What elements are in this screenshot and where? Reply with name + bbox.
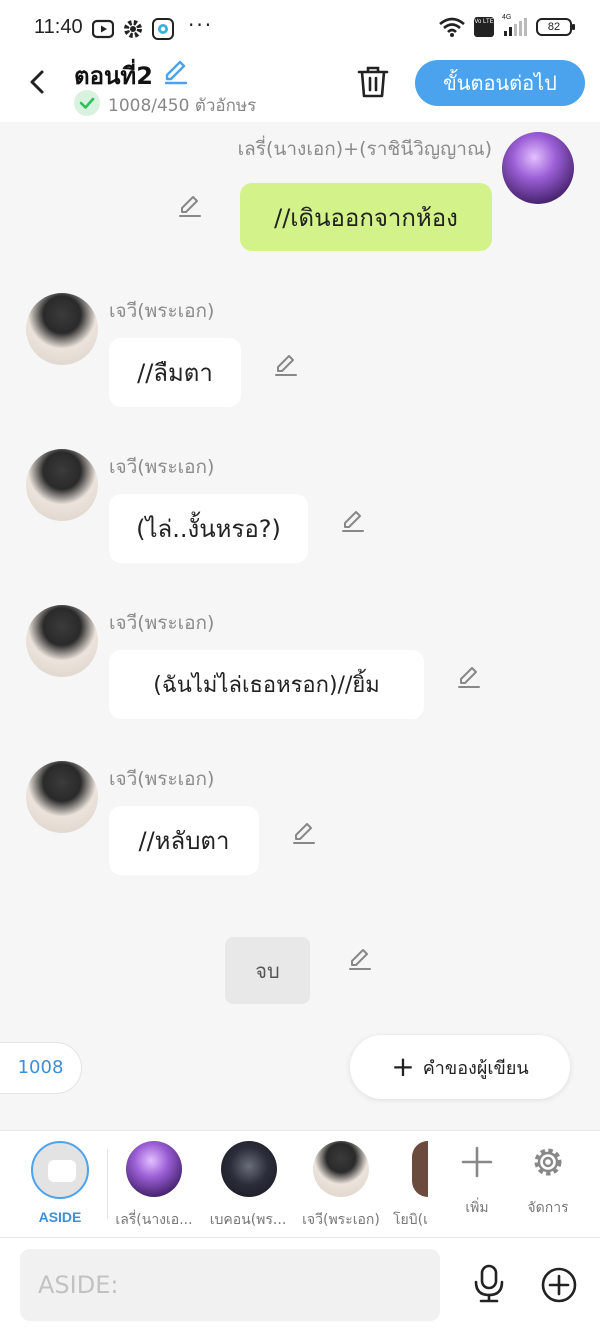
message-bubble[interactable]: //เดินออกจากห้อง	[240, 183, 492, 251]
microphone-icon[interactable]	[472, 1264, 506, 1304]
edit-message-icon[interactable]	[340, 508, 366, 534]
message-bubble[interactable]: //ลืมตา	[109, 338, 241, 407]
character-avatar-yobi[interactable]	[412, 1141, 428, 1197]
character-avatar-leri[interactable]	[126, 1141, 182, 1197]
status-time: 11:40	[34, 16, 83, 38]
message-bubble[interactable]: (ฉันไม่ไล่เธอหรอก)//ยิ้ม	[109, 650, 424, 719]
status-right: Vo LTE 4G 82	[438, 14, 575, 38]
app-icon	[152, 18, 174, 40]
battery-indicator: 82	[536, 18, 575, 36]
next-step-button[interactable]: ขั้นตอนต่อไป	[415, 60, 585, 106]
edit-message-icon[interactable]	[177, 193, 203, 219]
edit-message-icon[interactable]	[347, 946, 373, 972]
edit-message-icon[interactable]	[291, 820, 317, 846]
character-counter-pill[interactable]: 1008	[0, 1042, 82, 1094]
add-character-label: เพิ่ม	[465, 1200, 489, 1216]
character-count: 1008/450 ตัวอักษร	[108, 96, 257, 116]
avatar-jv[interactable]	[26, 761, 98, 833]
youtube-icon	[92, 19, 114, 39]
message-sender-name: เจวี(พระเอก)	[109, 456, 215, 478]
aside-button[interactable]	[31, 1141, 89, 1199]
add-circle-icon[interactable]	[540, 1266, 578, 1304]
episode-header: ตอนที่2 1008/450 ตัวอักษร ขั้นตอนต่อไป	[0, 56, 600, 122]
character-label: เลรี่(นางเอ...	[115, 1212, 193, 1228]
author-note-button[interactable]: + คำของผู้เขียน	[350, 1035, 570, 1099]
avatar-jv[interactable]	[26, 449, 98, 521]
manage-gear-icon[interactable]	[531, 1145, 565, 1179]
wifi-icon	[439, 17, 465, 37]
end-marker[interactable]: จบ	[225, 937, 310, 1004]
signal-icon: 4G	[502, 14, 528, 38]
divider	[107, 1149, 108, 1219]
gear-icon	[124, 20, 142, 38]
character-selector-bar: ASIDE เลรี่(นางเอ... เบคอน(พร... เจวี(พร…	[0, 1130, 600, 1238]
add-character-icon[interactable]	[460, 1145, 494, 1179]
character-avatar-jv[interactable]	[313, 1141, 369, 1197]
back-arrow-icon[interactable]	[22, 66, 54, 98]
aside-label: ASIDE	[38, 1209, 82, 1225]
message-bubble[interactable]: //หลับตา	[109, 806, 259, 875]
check-icon	[74, 90, 100, 116]
volte-badge: Vo LTE	[474, 17, 494, 37]
character-avatar-bacon[interactable]	[221, 1141, 277, 1197]
avatar-jv[interactable]	[26, 605, 98, 677]
character-label: เจวี(พระเอก)	[302, 1212, 380, 1228]
message-input-area	[0, 1238, 600, 1333]
message-sender-name: เจวี(พระเอก)	[109, 300, 215, 322]
author-note-label: คำของผู้เขียน	[422, 1057, 529, 1079]
edit-title-icon[interactable]	[162, 58, 190, 86]
plus-icon: +	[391, 1050, 415, 1083]
more-notifications-icon: ···	[188, 13, 214, 37]
character-label: โยบิ(เ	[393, 1212, 428, 1228]
avatar-leri[interactable]	[502, 132, 574, 204]
edit-message-icon[interactable]	[273, 352, 299, 378]
trash-icon[interactable]	[356, 64, 390, 100]
network-type: 4G	[502, 14, 512, 21]
message-sender-name: เจวี(พระเอก)	[109, 768, 215, 790]
avatar-jv[interactable]	[26, 293, 98, 365]
edit-message-icon[interactable]	[456, 664, 482, 690]
manage-label: จัดการ	[527, 1200, 569, 1216]
character-label: เบคอน(พร...	[209, 1212, 287, 1228]
message-input[interactable]	[20, 1249, 440, 1321]
message-bubble[interactable]: (ไล่..งั้นหรอ?)	[109, 494, 308, 563]
status-bar: 11:40 ··· Vo LTE 4G 82	[0, 0, 600, 56]
aside-icon	[48, 1160, 76, 1182]
message-sender-name: เจวี(พระเอก)	[109, 612, 215, 634]
message-sender-name: เลรี่(นางเอก)+(ราชินีวิญญาณ)	[237, 138, 492, 160]
